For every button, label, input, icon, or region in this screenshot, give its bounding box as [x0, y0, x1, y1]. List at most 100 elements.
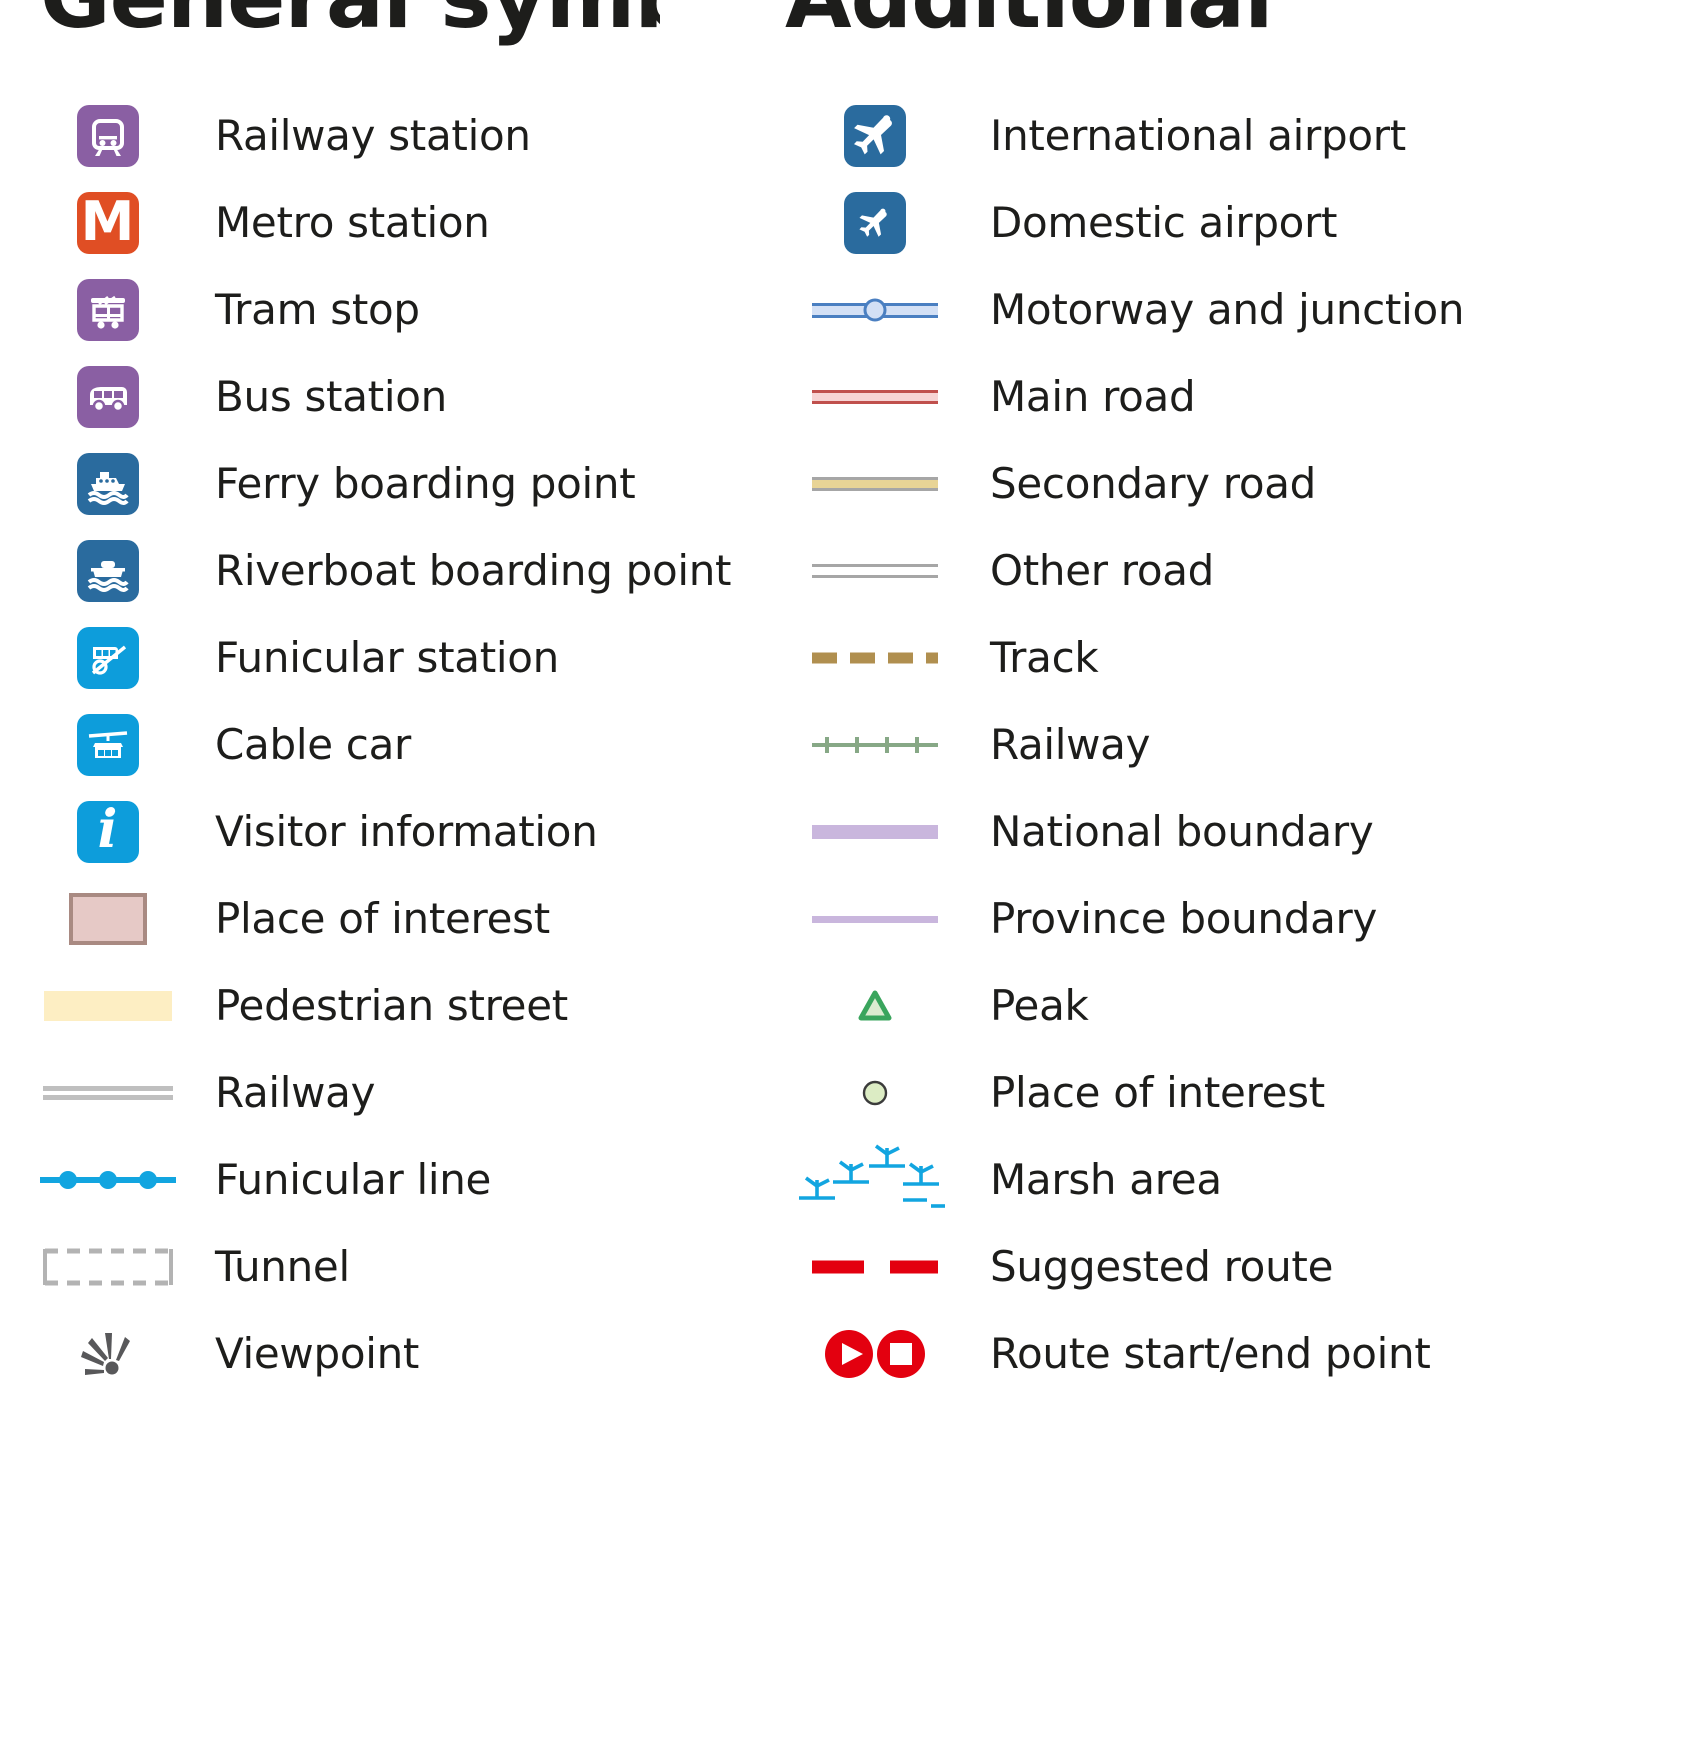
legend-item-railway-station: Railway station	[0, 92, 780, 179]
route-start-end-icon	[805, 1323, 945, 1385]
railway-line-icon	[38, 1062, 178, 1124]
legend-item-place-of-interest-point: Place of interest	[760, 1049, 1540, 1136]
legend-column-additional: International airport Domestic airport M…	[760, 92, 1540, 1397]
symbol-cell	[0, 701, 215, 788]
legend-item-viewpoint: Viewpoint	[0, 1310, 780, 1397]
symbol-cell	[760, 701, 990, 788]
legend-item-label: Riverboat boarding point	[215, 545, 732, 595]
legend-item-label: Viewpoint	[215, 1328, 420, 1378]
legend-item-label: Railway station	[215, 110, 531, 160]
symbol-cell	[0, 962, 215, 1049]
legend-heading-right: Additional data	[785, 0, 1285, 56]
legend-item-label: Route start/end point	[990, 1328, 1431, 1378]
legend-item-label: National boundary	[990, 806, 1374, 856]
map-legend: General symbols Additional data	[0, 0, 1702, 1762]
legend-item-label: Secondary road	[990, 458, 1317, 508]
legend-item-label: Bus station	[215, 371, 447, 421]
legend-item-metro-station: M Metro station	[0, 179, 780, 266]
province-boundary-icon	[805, 888, 945, 950]
cable-car-icon	[76, 713, 139, 776]
metro-letter: M	[80, 189, 135, 253]
legend-item-label: Tram stop	[215, 284, 420, 334]
legend-item-pedestrian-street: Pedestrian street	[0, 962, 780, 1049]
legend-item-label: Funicular station	[215, 632, 559, 682]
legend-item-tunnel: Tunnel	[0, 1223, 780, 1310]
legend-item-funicular-line: Funicular line	[0, 1136, 780, 1223]
legend-item-international-airport: International airport	[760, 92, 1540, 179]
symbol-cell	[760, 1310, 990, 1397]
info-letter: i	[97, 799, 118, 860]
legend-item-bus-station: Bus station	[0, 353, 780, 440]
symbol-cell	[0, 92, 215, 179]
symbol-cell: M	[0, 179, 215, 266]
secondary-road-icon	[805, 453, 945, 515]
domestic-airport-icon	[844, 191, 906, 254]
symbol-cell	[0, 440, 215, 527]
legend-item-label: Cable car	[215, 719, 411, 769]
visitor-information-icon: i	[76, 799, 139, 863]
symbol-cell	[760, 788, 990, 875]
legend-item-label: Railway	[215, 1067, 376, 1117]
symbol-cell	[0, 527, 215, 614]
symbol-cell	[0, 875, 215, 962]
legend-item-route-start-end: Route start/end point	[760, 1310, 1540, 1397]
legend-item-label: Other road	[990, 545, 1215, 595]
symbol-cell	[760, 527, 990, 614]
track-icon	[805, 627, 945, 689]
legend-item-marsh-area: Marsh area	[760, 1136, 1540, 1223]
legend-item-label: Tunnel	[215, 1241, 350, 1291]
tram-stop-icon	[76, 278, 139, 341]
legend-item-province-boundary: Province boundary	[760, 875, 1540, 962]
legend-item-label: Track	[990, 632, 1099, 682]
riverboat-boarding-icon	[76, 539, 139, 602]
ferry-boarding-icon	[76, 452, 139, 515]
legend-item-label: Place of interest	[215, 893, 550, 943]
legend-item-label: Metro station	[215, 197, 490, 247]
symbol-cell	[0, 266, 215, 353]
symbol-cell	[760, 92, 990, 179]
symbol-cell	[760, 1223, 990, 1310]
symbol-cell	[760, 962, 990, 1049]
legend-item-main-road: Main road	[760, 353, 1540, 440]
legend-item-label: International airport	[990, 110, 1406, 160]
symbol-cell	[0, 1049, 215, 1136]
international-airport-icon	[844, 104, 906, 167]
legend-item-funicular-station: Funicular station	[0, 614, 780, 701]
legend-item-label: Suggested route	[990, 1241, 1334, 1291]
symbol-cell	[0, 1223, 215, 1310]
legend-item-riverboat-boarding-point: Riverboat boarding point	[0, 527, 780, 614]
symbol-cell	[760, 179, 990, 266]
funicular-line-icon	[38, 1149, 178, 1211]
place-of-interest-area-icon	[68, 892, 147, 945]
peak-icon	[805, 975, 945, 1037]
symbol-cell	[0, 353, 215, 440]
legend-item-secondary-road: Secondary road	[760, 440, 1540, 527]
symbol-cell	[0, 1136, 215, 1223]
legend-item-label: Marsh area	[990, 1154, 1222, 1204]
legend-item-track: Track	[760, 614, 1540, 701]
legend-item-visitor-information: i Visitor information	[0, 788, 780, 875]
legend-item-label: Visitor information	[215, 806, 598, 856]
legend-item-motorway-junction: Motorway and junction	[760, 266, 1540, 353]
symbol-cell	[0, 1310, 215, 1397]
symbol-cell: i	[0, 788, 215, 875]
metro-station-icon: M	[76, 189, 139, 254]
motorway-junction-icon	[805, 279, 945, 341]
pedestrian-street-icon	[43, 990, 172, 1021]
legend-item-label: Railway	[990, 719, 1151, 769]
legend-item-label: Ferry boarding point	[215, 458, 636, 508]
legend-item-label: Place of interest	[990, 1067, 1325, 1117]
legend-item-label: Domestic airport	[990, 197, 1338, 247]
symbol-cell	[760, 440, 990, 527]
legend-column-general: Railway station M Metro station Tram sto…	[0, 92, 780, 1397]
legend-item-label: Province boundary	[990, 893, 1378, 943]
funicular-station-icon	[76, 626, 139, 689]
marsh-area-icon	[790, 1140, 960, 1220]
legend-item-label: Pedestrian street	[215, 980, 568, 1030]
legend-item-tram-stop: Tram stop	[0, 266, 780, 353]
legend-item-railway-line: Railway	[0, 1049, 780, 1136]
tunnel-icon	[38, 1236, 178, 1298]
place-of-interest-point-icon	[805, 1062, 945, 1124]
legend-heading-left-text: General symbols	[40, 0, 660, 48]
symbol-cell	[760, 614, 990, 701]
